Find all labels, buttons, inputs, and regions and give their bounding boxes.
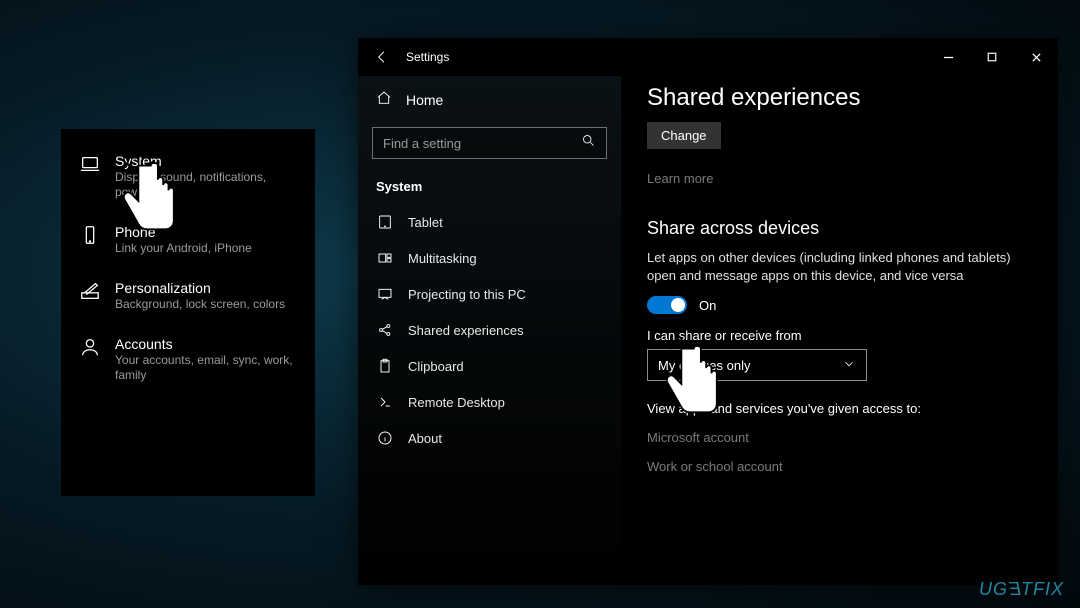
settings-window: Settings Home System Tablet Multi	[358, 38, 1058, 585]
sidebar-item-clipboard[interactable]: Clipboard	[358, 348, 621, 384]
share-icon	[376, 322, 394, 338]
category-title: Personalization	[115, 280, 285, 296]
search-box[interactable]	[372, 127, 607, 159]
clipboard-icon	[376, 358, 394, 374]
sidebar-label: Shared experiences	[408, 323, 524, 338]
remote-icon	[376, 394, 394, 410]
category-subtitle: Link your Android, iPhone	[115, 241, 252, 256]
sidebar-label: Remote Desktop	[408, 395, 505, 410]
info-icon	[376, 430, 394, 446]
category-subtitle: Background, lock screen, colors	[115, 297, 285, 312]
sidebar-item-multitasking[interactable]: Multitasking	[358, 240, 621, 276]
learn-more-link[interactable]: Learn more	[647, 171, 1032, 186]
close-button[interactable]	[1014, 38, 1058, 76]
multitasking-icon	[376, 250, 394, 266]
receive-from-dropdown[interactable]: My devices only	[647, 349, 867, 381]
projecting-icon	[376, 286, 394, 302]
chevron-down-icon	[842, 357, 856, 374]
sidebar-label: About	[408, 431, 442, 446]
sidebar-label: Clipboard	[408, 359, 464, 374]
page-title: Shared experiences	[647, 84, 1032, 112]
receive-label: I can share or receive from	[647, 328, 1032, 343]
category-title: Accounts	[115, 336, 297, 352]
phone-icon	[79, 224, 101, 246]
category-accounts[interactable]: Accounts Your accounts, email, sync, wor…	[61, 326, 315, 397]
view-apps-label: View apps and services you've given acce…	[647, 401, 1032, 416]
share-heading: Share across devices	[647, 218, 1032, 239]
sidebar-item-remote-desktop[interactable]: Remote Desktop	[358, 384, 621, 420]
tablet-icon	[376, 214, 394, 230]
search-input[interactable]	[383, 136, 581, 151]
toggle-label: On	[699, 298, 716, 313]
sidebar-item-projecting[interactable]: Projecting to this PC	[358, 276, 621, 312]
watermark: UGETFIX	[979, 579, 1064, 600]
share-toggle[interactable]	[647, 296, 687, 314]
settings-sidebar: Home System Tablet Multitasking Projecti…	[358, 76, 621, 585]
back-button[interactable]	[368, 49, 396, 65]
category-system[interactable]: System Display, sound, notifications, po…	[61, 143, 315, 214]
home-icon	[376, 90, 392, 109]
sidebar-item-shared-experiences[interactable]: Shared experiences	[358, 312, 621, 348]
category-title: System	[115, 153, 297, 169]
microsoft-account-link[interactable]: Microsoft account	[647, 430, 1032, 445]
window-title: Settings	[406, 50, 449, 64]
pen-icon	[79, 280, 101, 302]
sidebar-item-about[interactable]: About	[358, 420, 621, 456]
maximize-button[interactable]	[970, 38, 1014, 76]
change-button[interactable]: Change	[647, 122, 721, 149]
person-icon	[79, 336, 101, 358]
search-icon	[581, 133, 596, 153]
dropdown-value: My devices only	[658, 358, 750, 373]
settings-categories-panel: System Display, sound, notifications, po…	[61, 129, 315, 496]
category-personalization[interactable]: Personalization Background, lock screen,…	[61, 270, 315, 326]
category-subtitle: Display, sound, notifications, power	[115, 170, 297, 200]
work-school-account-link[interactable]: Work or school account	[647, 459, 1032, 474]
sidebar-home-label: Home	[406, 92, 443, 108]
category-subtitle: Your accounts, email, sync, work, family	[115, 353, 297, 383]
category-phone[interactable]: Phone Link your Android, iPhone	[61, 214, 315, 270]
share-description: Let apps on other devices (including lin…	[647, 249, 1032, 284]
content-pane: Shared experiences Change Learn more Sha…	[621, 76, 1058, 585]
sidebar-label: Multitasking	[408, 251, 477, 266]
sidebar-label: Tablet	[408, 215, 443, 230]
sidebar-item-tablet[interactable]: Tablet	[358, 204, 621, 240]
sidebar-label: Projecting to this PC	[408, 287, 526, 302]
laptop-icon	[79, 153, 101, 175]
sidebar-section-heading: System	[358, 173, 621, 204]
category-title: Phone	[115, 224, 252, 240]
minimize-button[interactable]	[926, 38, 970, 76]
sidebar-home[interactable]: Home	[358, 82, 621, 117]
titlebar: Settings	[358, 38, 1058, 76]
